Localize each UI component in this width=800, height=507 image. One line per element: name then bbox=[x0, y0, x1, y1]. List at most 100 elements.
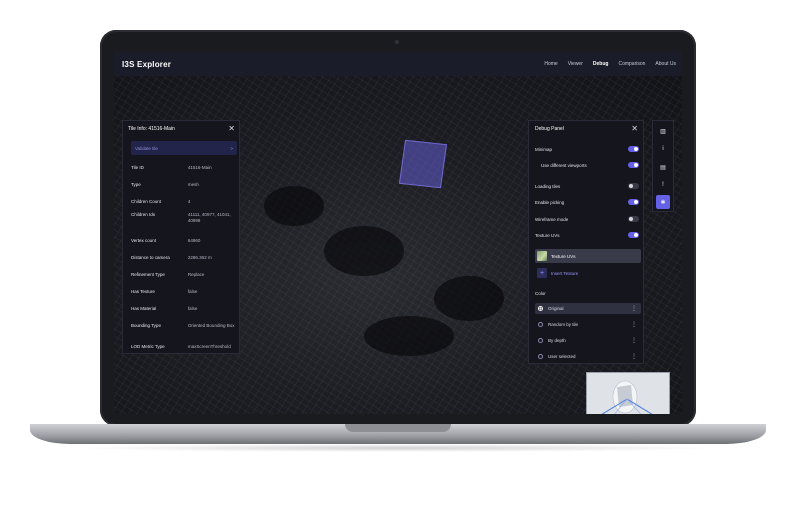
tile-info-row: Bounding Type Oriented Bounding Box bbox=[131, 323, 237, 329]
debug-option-row: Minimap bbox=[535, 146, 639, 152]
tile-info-value: Replace bbox=[187, 272, 205, 277]
tile-info-key: Refinement Type bbox=[131, 272, 165, 277]
radio-icon[interactable] bbox=[538, 306, 543, 311]
validate-tile-label: Validate tile bbox=[135, 145, 158, 151]
tile-info-row: Vertex count 64960 bbox=[131, 238, 237, 244]
info-icon[interactable]: i bbox=[656, 142, 670, 156]
more-options-icon[interactable]: ⋮ bbox=[631, 338, 637, 344]
memory-icon[interactable]: ▤ bbox=[656, 160, 670, 174]
color-section-label: Color bbox=[535, 291, 546, 296]
tile-info-key: LOD Metric Type bbox=[131, 344, 165, 349]
tile-info-key: Bounding Type bbox=[131, 323, 161, 328]
color-option[interactable]: By depth ⋮ bbox=[535, 335, 641, 346]
nav-debug[interactable]: Debug bbox=[593, 61, 609, 67]
debug-panel: Debug Panel ✕ Minimap Use different viewp… bbox=[528, 120, 644, 364]
nav-about-us[interactable]: About Us bbox=[655, 61, 676, 67]
chevron-right-icon: > bbox=[230, 145, 233, 151]
texture-uvs-label: Texture UVs bbox=[551, 253, 576, 259]
tile-info-key: Distance to camera bbox=[131, 255, 170, 260]
debug-option-row: Loading tiles bbox=[535, 183, 639, 189]
color-option-label: Original bbox=[548, 306, 564, 311]
debug-option-toggle[interactable] bbox=[628, 162, 639, 168]
color-option[interactable]: Random by tile ⋮ bbox=[535, 319, 641, 330]
tile-info-key: Tile ID bbox=[131, 165, 144, 170]
tile-info-row: Children Ids 41111, 40977, 41041, 40998 bbox=[131, 212, 237, 224]
color-option-label: User selected bbox=[548, 354, 576, 359]
tile-info-key: Children Ids bbox=[131, 212, 156, 217]
color-option-label: By depth bbox=[548, 338, 566, 343]
tile-info-title: Tile Info: 41516-Main bbox=[128, 126, 175, 132]
tile-info-value: false bbox=[187, 306, 198, 311]
color-option[interactable]: Original ⋮ bbox=[535, 303, 641, 314]
tile-info-value: 64960 bbox=[187, 238, 201, 243]
tile-info-row: Refinement Type Replace bbox=[131, 272, 237, 278]
debug-option-toggle[interactable] bbox=[628, 216, 639, 222]
tile-info-key: Has Material bbox=[131, 306, 157, 311]
tile-info-value: 41111, 40977, 41041, 40998 bbox=[187, 212, 231, 223]
debug-panel-title: Debug Panel bbox=[535, 126, 564, 132]
map-park-area bbox=[324, 226, 404, 276]
radio-icon[interactable] bbox=[538, 338, 543, 343]
tile-info-key: Vertex count bbox=[131, 238, 157, 243]
tile-info-value: maxScreenThreshold bbox=[187, 344, 231, 349]
nav-viewer[interactable]: Viewer bbox=[568, 61, 583, 67]
debug-option-toggle[interactable] bbox=[628, 183, 639, 189]
minimap[interactable] bbox=[586, 372, 670, 414]
tile-info-row: Has Texture false bbox=[131, 289, 237, 295]
app-title: I3S Explorer bbox=[122, 59, 172, 69]
more-options-icon[interactable]: ⋮ bbox=[631, 306, 637, 312]
map-viewport[interactable]: Tile Info: 41516-Main ✕ Validate tile > … bbox=[114, 76, 682, 414]
alert-icon[interactable]: ! bbox=[656, 178, 670, 192]
tile-info-value: Oriented Bounding Box bbox=[187, 323, 235, 328]
app-screen: I3S Explorer Home Viewer Debug Compariso… bbox=[114, 52, 682, 414]
map-park-area bbox=[434, 276, 504, 321]
more-options-icon[interactable]: ⋮ bbox=[631, 354, 637, 360]
color-option-label: Random by tile bbox=[548, 322, 579, 327]
tile-info-value: mesh bbox=[187, 182, 199, 187]
tile-info-value: false bbox=[187, 289, 198, 294]
debug-option-toggle[interactable] bbox=[628, 232, 639, 238]
insert-texture-item[interactable]: + Insert Texture bbox=[535, 266, 641, 280]
minimap-view bbox=[587, 373, 669, 414]
tile-info-row: Has Material false bbox=[131, 306, 237, 312]
nav-comparison[interactable]: Comparison bbox=[618, 61, 645, 67]
side-toolbar: ▥ i ▤ ! ✱ bbox=[652, 120, 674, 212]
tile-info-row: Distance to camera 2286.362 m bbox=[131, 255, 237, 261]
insert-texture-label: Insert Texture bbox=[551, 270, 579, 276]
debug-panel-close-icon[interactable]: ✕ bbox=[631, 125, 638, 133]
laptop-shadow bbox=[70, 444, 726, 452]
nav-home[interactable]: Home bbox=[544, 61, 557, 67]
debug-option-row: Wireframe mode bbox=[535, 216, 639, 222]
debug-option-toggle[interactable] bbox=[628, 146, 639, 152]
tile-info-row: Tile ID 41516-Main bbox=[131, 165, 237, 171]
map-park-area bbox=[264, 186, 324, 226]
texture-uvs-item[interactable]: Texture UVs bbox=[535, 249, 641, 263]
tile-info-key: Has Texture bbox=[131, 289, 155, 294]
debug-option-label: Loading tiles bbox=[535, 184, 561, 189]
top-nav: Home Viewer Debug Comparison About Us bbox=[544, 61, 676, 67]
tile-info-close-icon[interactable]: ✕ bbox=[228, 125, 235, 133]
tile-info-value: 2286.362 m bbox=[187, 255, 212, 260]
debug-option-row: Enable picking bbox=[535, 199, 639, 205]
webcam bbox=[395, 40, 399, 44]
tile-info-key: Children Count bbox=[131, 199, 162, 204]
debug-icon[interactable]: ✱ bbox=[656, 195, 670, 209]
texture-thumbnail bbox=[537, 251, 547, 261]
radio-icon[interactable] bbox=[538, 354, 543, 359]
laptop-notch bbox=[345, 424, 451, 432]
debug-option-toggle[interactable] bbox=[628, 199, 639, 205]
debug-option-label: Use different viewports bbox=[541, 163, 587, 168]
tile-info-key: Type bbox=[131, 182, 141, 187]
map-icon[interactable]: ▥ bbox=[656, 124, 670, 138]
debug-option-row: Use different viewports bbox=[541, 162, 639, 168]
tile-info-row: Children Count 4 bbox=[131, 199, 237, 205]
tile-info-row: Type mesh bbox=[131, 182, 237, 188]
selected-tile-highlight bbox=[398, 139, 448, 189]
tile-info-row: LOD Metric Type maxScreenThreshold bbox=[131, 344, 237, 350]
top-header: I3S Explorer Home Viewer Debug Compariso… bbox=[114, 52, 682, 77]
tile-info-value: 4 bbox=[187, 199, 191, 204]
radio-icon[interactable] bbox=[538, 322, 543, 327]
more-options-icon[interactable]: ⋮ bbox=[631, 322, 637, 328]
color-option[interactable]: User selected ⋮ bbox=[535, 351, 641, 362]
validate-tile-button[interactable]: Validate tile > bbox=[131, 141, 237, 155]
